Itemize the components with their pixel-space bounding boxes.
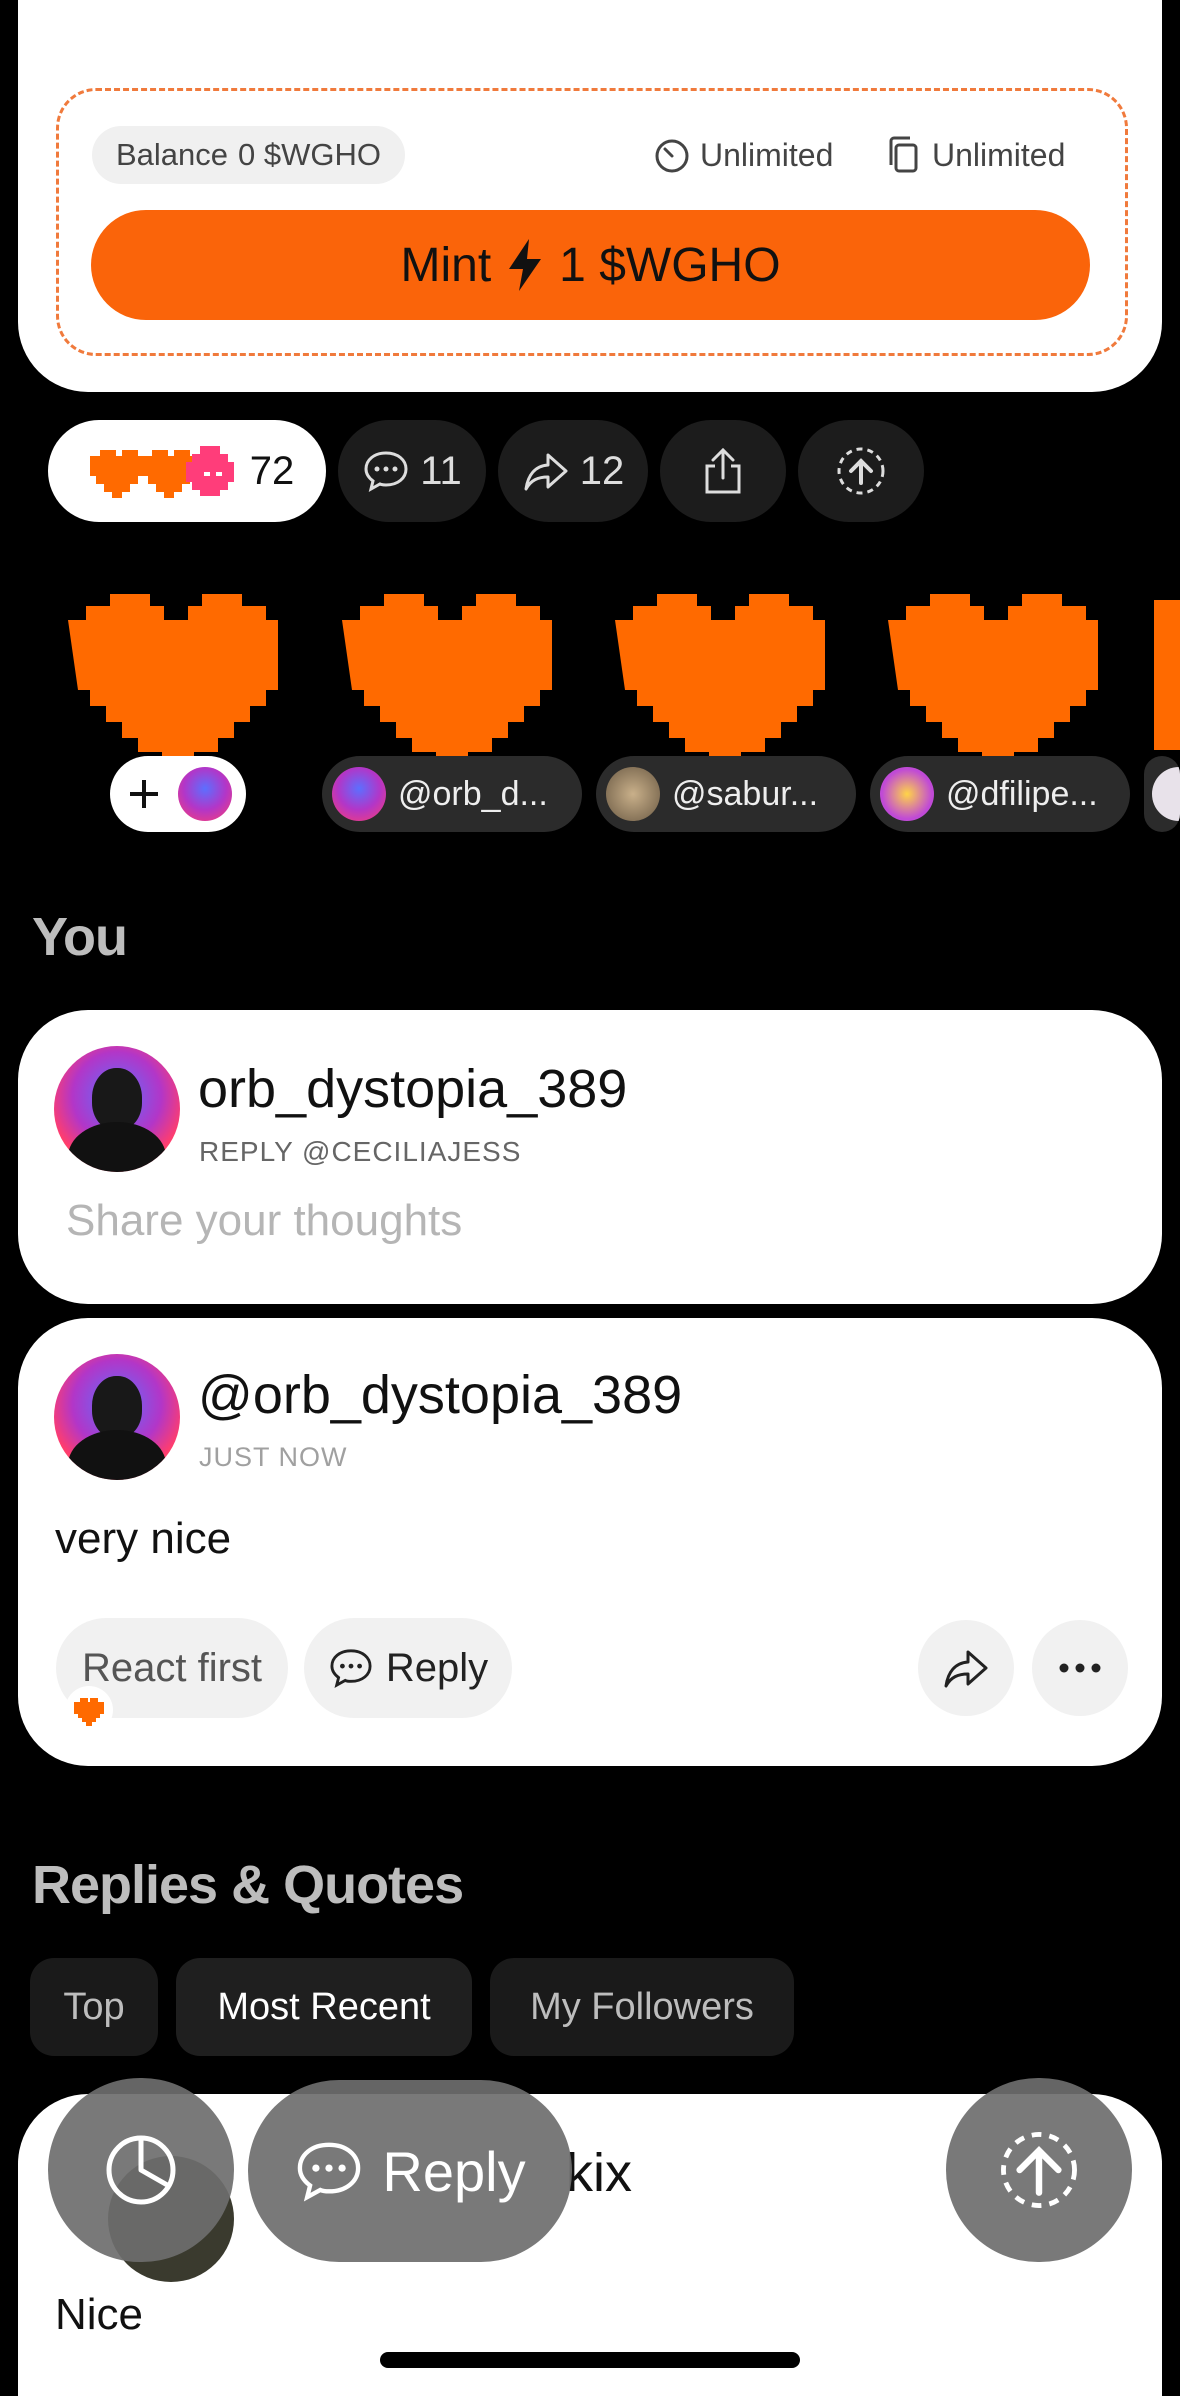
balance-value: 0 $WGHO <box>238 137 381 172</box>
comments-button[interactable]: 11 <box>338 420 486 522</box>
composer-username: orb_dystopia_389 <box>198 1059 628 1119</box>
filter-top[interactable]: Top <box>30 1958 158 2056</box>
heart-reaction-1[interactable] <box>56 580 296 770</box>
export-button[interactable] <box>660 420 786 522</box>
reactor-handle-2: @sabur... <box>672 774 819 813</box>
reactor-handle-1: @orb_d... <box>398 774 548 813</box>
next-reply-text: Nice <box>55 2290 144 2339</box>
share-up-icon <box>705 447 741 494</box>
reply-text: very nice <box>55 1514 232 1563</box>
reply-author-avatar[interactable] <box>54 1354 180 1480</box>
reactor-avatar-2 <box>606 767 660 821</box>
boost-up-icon <box>1001 2132 1077 2208</box>
boost-fab[interactable] <box>946 2078 1132 2262</box>
comments-count: 11 <box>420 448 462 493</box>
reply-timestamp: JUST NOW <box>199 1442 348 1472</box>
plus-icon <box>130 780 158 808</box>
forward-icon <box>524 453 568 491</box>
comment-icon <box>298 2142 361 2202</box>
forward-icon <box>944 1650 988 1688</box>
shares-count: 12 <box>579 448 625 493</box>
reply-fab[interactable]: Reply <box>248 2080 572 2262</box>
my-avatar-small <box>178 767 232 821</box>
composer-input[interactable]: Share your thoughts <box>66 1196 462 1246</box>
time-limit: Unlimited <box>652 126 833 184</box>
reply-fab-label: Reply <box>382 2139 526 2203</box>
reactor-avatar-3 <box>880 767 934 821</box>
pie-chart-icon <box>106 2135 176 2205</box>
supply-limit: Unlimited <box>884 126 1065 184</box>
next-reply-handle[interactable]: kix <box>566 2142 632 2204</box>
my-reply-card: @orb_dystopia_389 JUST NOW very nice Rea… <box>18 1318 1162 1766</box>
small-heart-icon <box>65 1686 113 1734</box>
balance-label: Balance <box>116 137 229 172</box>
heart-reaction-3[interactable] <box>603 580 843 770</box>
reactor-chip-2[interactable]: @sabur... <box>596 756 856 832</box>
replies-section-title: Replies & Quotes <box>32 1855 464 1915</box>
lightning-icon <box>509 239 542 291</box>
reactor-avatar-1 <box>332 767 386 821</box>
comment-icon <box>330 1649 372 1689</box>
composer-avatar <box>54 1046 180 1172</box>
mint-button[interactable]: Mint 1 $WGHO <box>91 210 1090 320</box>
add-reaction-chip[interactable] <box>110 756 246 832</box>
time-limit-value: Unlimited <box>700 136 834 173</box>
balance-pill: Balance 0 $WGHO <box>92 126 405 184</box>
home-indicator[interactable] <box>380 2352 800 2368</box>
ellipsis-icon <box>1059 1663 1101 1673</box>
reactor-handle-3: @dfilipe... <box>946 774 1098 813</box>
boost-up-icon <box>837 447 885 495</box>
react-first-label: React first <box>81 1645 263 1690</box>
supply-limit-value: Unlimited <box>932 136 1066 173</box>
reply-composer-card[interactable]: orb_dystopia_389 REPLY @CECILIAJESS Shar… <box>18 1010 1162 1304</box>
filter-my-followers[interactable]: My Followers <box>490 1958 794 2056</box>
reactor-chip-3[interactable]: @dfilipe... <box>870 756 1130 832</box>
mint-label: Mint <box>400 238 492 292</box>
forward-button[interactable] <box>918 1620 1014 1716</box>
reactor-chip-1[interactable]: @orb_d... <box>322 756 582 832</box>
mint-amount: 1 $WGHO <box>559 238 781 292</box>
reaction-hearts-icon <box>89 446 234 498</box>
shares-button[interactable]: 12 <box>498 420 648 522</box>
reply-button[interactable]: Reply <box>304 1618 512 1718</box>
boost-button[interactable] <box>798 420 924 522</box>
reply-author-handle[interactable]: @orb_dystopia_389 <box>198 1364 682 1426</box>
heart-reaction-5-partial[interactable] <box>1154 600 1180 750</box>
reactions-button[interactable]: 72 <box>48 420 326 522</box>
filter-most-recent[interactable]: Most Recent <box>176 1958 472 2056</box>
heart-reaction-2[interactable] <box>330 580 570 770</box>
reactions-count: 72 <box>249 448 295 493</box>
comment-icon <box>364 451 408 492</box>
composer-reply-to[interactable]: REPLY @CECILIAJESS <box>199 1136 521 1168</box>
stats-fab[interactable] <box>48 2078 234 2262</box>
you-section-title: You <box>32 907 128 967</box>
heart-reaction-4[interactable] <box>876 580 1116 770</box>
reactor-chip-4-partial[interactable] <box>1144 756 1180 832</box>
reply-button-label: Reply <box>385 1645 489 1690</box>
reactor-avatar-4 <box>1152 767 1180 821</box>
copies-icon <box>889 136 918 173</box>
more-options-button[interactable] <box>1032 1620 1128 1716</box>
timer-icon <box>655 139 689 173</box>
